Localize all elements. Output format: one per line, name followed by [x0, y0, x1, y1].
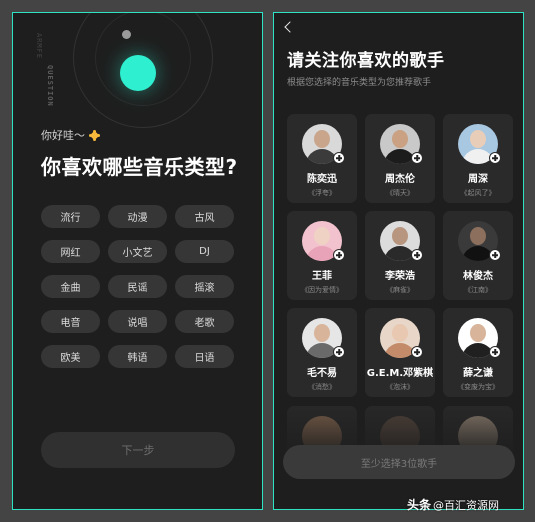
- decorative-vertical-text: ARMFE: [35, 33, 43, 60]
- chevron-left-icon[interactable]: [283, 21, 295, 35]
- genre-selection-screen: ARMFE QUESTION 你好哇～ 你喜欢哪些音乐类型? 流行 动漫 古风网红小…: [12, 12, 263, 510]
- plus-icon[interactable]: [333, 249, 345, 261]
- plus-icon[interactable]: [333, 346, 345, 358]
- artist-name: 薛之谦: [463, 368, 493, 379]
- avatar-wrap: [458, 211, 501, 261]
- genre-button[interactable]: 网红: [41, 240, 100, 263]
- genre-button[interactable]: 流行: [41, 205, 100, 228]
- artist-song: 《麻雀》: [386, 286, 414, 294]
- artist-grid: 陈奕迅 《浮夸》 周杰伦 《晴天》 周深 《起风了》 王菲 《因为爱情》 李荣浩 《麻雀》 林俊杰《…: [287, 114, 513, 397]
- watermark: 头条 @百汇资源网: [407, 496, 499, 513]
- artist-card[interactable]: 林俊杰 《江南》: [443, 211, 513, 300]
- select-artists-button[interactable]: 至少选择3位歌手: [283, 445, 515, 479]
- plus-icon[interactable]: [411, 249, 423, 261]
- artist-name: 毛不易: [307, 368, 337, 379]
- artist-card[interactable]: 毛不易 《消愁》: [287, 308, 357, 397]
- avatar-wrap: [302, 114, 345, 164]
- avatar-wrap: [458, 308, 501, 358]
- avatar-wrap: [380, 308, 423, 358]
- artist-song: 《变废为宝》: [457, 383, 499, 391]
- genre-button[interactable]: 民谣: [108, 275, 167, 298]
- page-subtitle: 根据您选择的音乐类型为您推荐歌手: [287, 78, 432, 88]
- avatar-wrap: [380, 114, 423, 164]
- watermark-account: @百汇资源网: [433, 498, 500, 512]
- artist-song: 《江南》: [464, 286, 492, 294]
- genre-button[interactable]: 老歌: [175, 310, 234, 333]
- artist-name: G.E.M.邓紫棋: [366, 368, 434, 379]
- artist-card[interactable]: 周杰伦 《晴天》: [365, 114, 435, 203]
- sun-icon: [88, 129, 101, 142]
- greeting-text: 你好哇～: [41, 129, 85, 142]
- plus-icon[interactable]: [333, 152, 345, 164]
- greeting: 你好哇～: [41, 127, 101, 143]
- genre-button[interactable]: 古风: [175, 205, 234, 228]
- artist-name: 李荣浩: [385, 271, 415, 282]
- artist-song: 《因为爱情》: [301, 286, 343, 294]
- hero-ball-icon: [120, 55, 156, 91]
- genre-grid: 流行 动漫 古风网红 小文艺 DJ 金曲 民谣 摇滚电音 说唱 老歌欧美 韩语 日语: [41, 205, 235, 368]
- artist-card[interactable]: 薛之谦 《变废为宝》: [443, 308, 513, 397]
- avatar-wrap: [380, 211, 423, 261]
- artist-card[interactable]: 李荣浩 《麻雀》: [365, 211, 435, 300]
- artist-card[interactable]: 王菲 《因为爱情》: [287, 211, 357, 300]
- artist-follow-screen: 请关注你喜欢的歌手 根据您选择的音乐类型为您推荐歌手 陈奕迅 《浮夸》 周杰伦 《晴天…: [273, 12, 524, 510]
- genre-button[interactable]: 小文艺: [108, 240, 167, 263]
- genre-button[interactable]: 韩语: [108, 345, 167, 368]
- plus-icon[interactable]: [489, 152, 501, 164]
- genre-button[interactable]: 欧美: [41, 345, 100, 368]
- artist-name: 林俊杰: [463, 271, 493, 282]
- avatar-wrap: [458, 114, 501, 164]
- artist-song: 《浮夸》: [308, 189, 336, 197]
- artist-card[interactable]: 陈奕迅 《浮夸》: [287, 114, 357, 203]
- genre-button[interactable]: 摇滚: [175, 275, 234, 298]
- genre-button[interactable]: 日语: [175, 345, 234, 368]
- artist-name: 周杰伦: [385, 174, 415, 185]
- artist-song: 《晴天》: [386, 189, 414, 197]
- genre-button[interactable]: 金曲: [41, 275, 100, 298]
- artist-card[interactable]: 周深 《起风了》: [443, 114, 513, 203]
- artist-card[interactable]: G.E.M.邓紫棋 《泡沫》: [365, 308, 435, 397]
- artist-song: 《起风了》: [460, 189, 496, 197]
- artist-name: 陈奕迅: [307, 174, 337, 185]
- next-step-button[interactable]: 下一步: [41, 432, 235, 468]
- artist-name: 王菲: [312, 271, 332, 282]
- plus-icon[interactable]: [411, 152, 423, 164]
- page-title: 你喜欢哪些音乐类型?: [41, 155, 238, 179]
- page-title: 请关注你喜欢的歌手: [287, 51, 445, 71]
- artist-song: 《泡沫》: [386, 383, 414, 391]
- plus-icon[interactable]: [489, 346, 501, 358]
- avatar-wrap: [302, 211, 345, 261]
- artist-name: 周深: [468, 174, 488, 185]
- decorative-question-text: QUESTION: [46, 65, 54, 107]
- plus-icon[interactable]: [489, 249, 501, 261]
- artist-song: 《消愁》: [308, 383, 336, 391]
- plus-icon[interactable]: [411, 346, 423, 358]
- orbit-dot: [122, 30, 131, 39]
- avatar-wrap: [302, 308, 345, 358]
- genre-button[interactable]: 说唱: [108, 310, 167, 333]
- genre-button[interactable]: 动漫: [108, 205, 167, 228]
- genre-button[interactable]: DJ: [175, 240, 234, 263]
- watermark-brand: 头条: [407, 498, 432, 512]
- genre-button[interactable]: 电音: [41, 310, 100, 333]
